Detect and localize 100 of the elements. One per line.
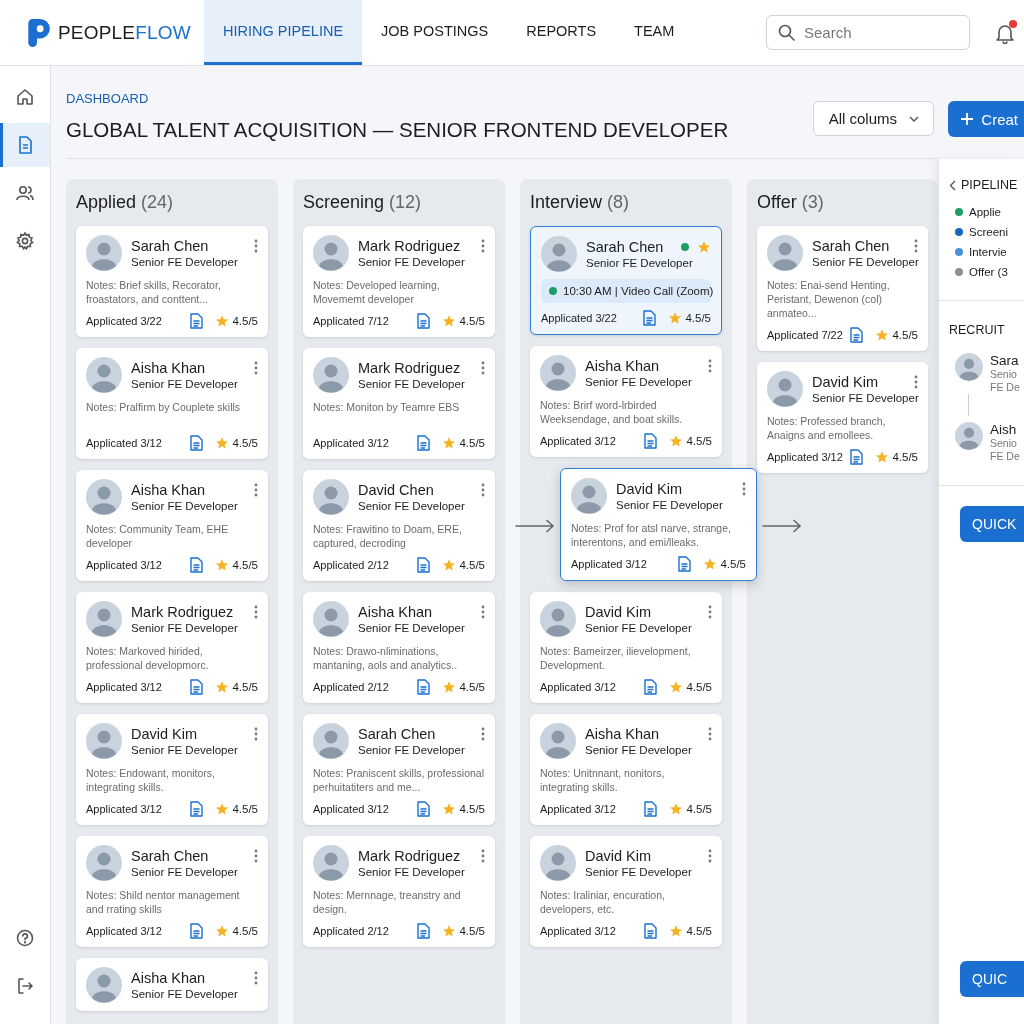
candidate-card[interactable]: Aisha Khan Senior FE Developer Notes: Community Team, EHE developer Applicated 3/12 4.5/5 (76, 470, 268, 581)
kebab-menu-icon[interactable] (254, 971, 258, 985)
candidate-notes: Notes: Praniscent skills, professional perhuitatiters and me... (313, 766, 485, 794)
document-icon[interactable] (417, 313, 431, 329)
rating: 4.5/5 (232, 803, 258, 815)
star-icon (697, 240, 711, 254)
document-icon[interactable] (190, 313, 204, 329)
kebab-menu-icon[interactable] (481, 849, 485, 863)
candidate-name: David Kim (616, 481, 683, 497)
candidate-card[interactable]: Aisha Khan Senior FE Developer Notes: Drawo-nliminations, mantaning, aols and analytics.. Applicated 2/12 4.5/5 (303, 592, 495, 703)
breadcrumb-link[interactable]: DASHBOARD (66, 91, 149, 106)
chevron-left-icon[interactable] (949, 179, 956, 191)
kebab-menu-icon[interactable] (481, 239, 485, 253)
rating: 4.5/5 (720, 558, 746, 570)
candidate-card[interactable]: David Kim Senior FE Developer Notes: Iraliniar, encuration, developers, etc. Applicated 3/12 4.5/5 (530, 836, 722, 947)
document-icon[interactable] (190, 557, 204, 573)
kebab-menu-icon[interactable] (742, 482, 746, 496)
document-icon[interactable] (190, 923, 204, 939)
document-icon[interactable] (190, 801, 204, 817)
candidate-card[interactable]: Mark Rodriguez Senior FE Developer Notes: Developed learning, Movememt developer Applicated 7/12 4.5/5 (303, 226, 495, 337)
document-icon[interactable] (644, 433, 658, 449)
create-button[interactable]: Creat (948, 101, 1024, 137)
document-icon[interactable] (190, 435, 204, 451)
candidate-card[interactable]: David Kim Senior FE Developer Notes: Bameirzer, ilievelopment, Development. Applicated 3/12 4.5/5 (530, 592, 722, 703)
kebab-menu-icon[interactable] (254, 605, 258, 619)
kebab-menu-icon[interactable] (708, 359, 712, 373)
column-filter-dropdown[interactable]: All colums (813, 101, 935, 136)
candidate-card[interactable]: David Kim Senior FE Developer Notes: Endowant, monitors, integrating skills. Applicated 3/12 4.5/5 (76, 714, 268, 825)
avatar (86, 845, 122, 881)
candidate-name: Aisha Khan (585, 726, 660, 742)
nav-tab[interactable]: REPORTS (507, 0, 616, 65)
document-icon[interactable] (644, 801, 658, 817)
candidate-card[interactable]: David Kim Senior FE Developer Notes: Professed branch, Anaigns and emollees. Applicated 3/12 4.5/5 (757, 362, 928, 473)
quick-action-button[interactable]: QUIC (960, 961, 1024, 997)
candidate-notes: Notes: Drawo-nliminations, mantaning, aols and analytics.. (313, 644, 459, 672)
candidate-notes: Notes: Prof for atsl narve, strange, interentons, and emi/lleaks. (571, 521, 732, 549)
document-icon[interactable] (417, 557, 431, 573)
kebab-menu-icon[interactable] (254, 727, 258, 741)
applied-date: Applicated 3/12 (571, 558, 648, 570)
avatar (571, 478, 607, 514)
document-icon[interactable] (644, 679, 658, 695)
rating: 4.5/5 (686, 925, 712, 937)
kebab-menu-icon[interactable] (914, 375, 918, 389)
kebab-menu-icon[interactable] (481, 727, 485, 741)
kebab-menu-icon[interactable] (708, 605, 712, 619)
candidate-card[interactable]: Sarah Chen Senior FE Developer Notes: Shild nentor management and rrating skills Applicated 3/12 4.5/5 (76, 836, 268, 947)
candidate-role: Senior FE Developer (131, 744, 238, 756)
candidate-card[interactable]: Mark Rodriguez Senior FE Developer Notes: Mernnage, treanstry and design. Applicated 2/12 4.5/5 (303, 836, 495, 947)
kebab-menu-icon[interactable] (481, 361, 485, 375)
candidate-role: Senior FE Developer (585, 866, 692, 878)
applied-date: Applicated 3/12 (86, 925, 163, 937)
recruiter-role: Senio (990, 368, 1018, 381)
document-icon[interactable] (190, 679, 204, 695)
kebab-menu-icon[interactable] (254, 483, 258, 497)
search-field[interactable]: Search (766, 15, 970, 50)
candidate-card[interactable]: Sarah Chen Senior FE Developer Notes: Brief skills, Recorator, froastators, and conttent... Applicated 3/22 4.5/5 (76, 226, 268, 337)
avatar (313, 723, 349, 759)
candidate-role: Senior FE Developer (358, 866, 465, 878)
nav-tab[interactable]: HIRING PIPELINE (204, 0, 363, 65)
candidate-card[interactable]: Aisha Khan Senior FE Developer Notes: Unitnnant, nonitors, integrating skills. Applicated 3/12 4.5/5 (530, 714, 722, 825)
star-icon (215, 314, 230, 328)
kebab-menu-icon[interactable] (708, 849, 712, 863)
candidate-card[interactable]: Sarah Chen Senior FE Developer Notes: Praniscent skills, professional perhuitatiters and me... Applicated 3/12 4.5/5 (303, 714, 495, 825)
document-icon[interactable] (417, 801, 431, 817)
document-icon[interactable] (417, 679, 431, 695)
candidate-card[interactable]: Aisha Khan Senior FE Developer Notes: Brirf word-lrbirded Weeksendage, and boat skills. Applicated 3/12 4.5/5 (530, 346, 722, 457)
recruiter-role: FE De (990, 450, 1020, 463)
document-icon[interactable] (850, 327, 864, 343)
document-icon[interactable] (417, 435, 431, 451)
kebab-menu-icon[interactable] (254, 849, 258, 863)
candidate-name: Sarah Chen (812, 238, 890, 254)
document-icon[interactable] (644, 923, 658, 939)
kebab-menu-icon[interactable] (708, 727, 712, 741)
section-title: RECRUIT (949, 323, 1006, 337)
document-icon[interactable] (643, 310, 657, 326)
kebab-menu-icon[interactable] (914, 239, 918, 253)
avatar (540, 601, 576, 637)
document-icon[interactable] (850, 449, 864, 465)
candidate-card[interactable]: Mark Rodriguez Senior FE Developer Notes: Moniton by Teamre EBS Applicated 3/12 4.5/5 (303, 348, 495, 459)
kebab-menu-icon[interactable] (254, 239, 258, 253)
candidate-card[interactable]: Sarah Chen Senior FE Developer Notes: Enai-send Henting, Peristant, Dewenon (col) anmateo... Applicated 7/22 4.5/5 (757, 226, 928, 351)
candidate-card[interactable]: Aisha Khan Senior FE Developer (76, 958, 268, 1011)
avatar (86, 357, 122, 393)
candidate-card[interactable]: David Chen Senior FE Developer Notes: Frawitino to Doam, ERE, captured, decroding Applicated 2/12 4.5/5 (303, 470, 495, 581)
sidebar-item[interactable] (0, 123, 50, 167)
candidate-card[interactable]: Mark Rodriguez Senior FE Developer Notes: Markoved hirided, professional developmorc. Applicated 3/12 4.5/5 (76, 592, 268, 703)
nav-tab[interactable]: JOB POSTINGS (362, 0, 508, 65)
candidate-name: David Chen (358, 482, 434, 498)
document-icon[interactable] (417, 923, 431, 939)
candidate-card[interactable]: Aisha Khan Senior FE Developer Notes: Pralfirm by Couplete skills Applicated 3/12 4.5/5 (76, 348, 268, 459)
kebab-menu-icon[interactable] (481, 483, 485, 497)
nav-tab[interactable]: TEAM (615, 0, 694, 65)
candidate-card[interactable]: Sarah Chen Senior FE Developer 10:30 AM | Video Call (Zoom) Applicated 3/22 4.5/5 (530, 226, 722, 335)
kebab-menu-icon[interactable] (254, 361, 258, 375)
avatar (86, 479, 122, 515)
document-icon[interactable] (678, 556, 692, 572)
star-icon (215, 558, 230, 572)
avatar (313, 845, 349, 881)
quick-action-button[interactable]: QUICK (960, 506, 1024, 542)
kebab-menu-icon[interactable] (481, 605, 485, 619)
